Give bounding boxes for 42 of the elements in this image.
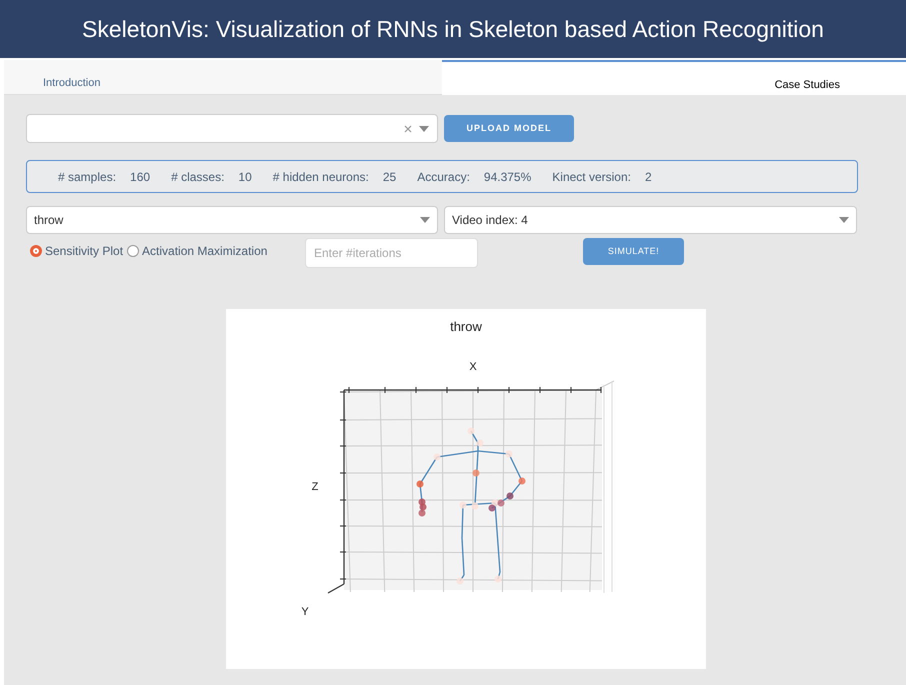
axis-label: Y: [301, 606, 309, 618]
upload-model-button[interactable]: UPLOAD MODEL: [444, 115, 574, 142]
joint-marker: [472, 502, 478, 510]
video-select[interactable]: Video index: 4: [444, 206, 857, 234]
select-value: Video index: 4: [452, 212, 528, 229]
stat-value: 2: [644, 168, 652, 186]
stat-label: # hidden neurons:: [272, 168, 369, 186]
plot-title: throw: [450, 319, 482, 334]
stat-value: 160: [130, 168, 150, 186]
simulate-button[interactable]: SIMULATE!: [583, 238, 684, 265]
axis-label: Z: [312, 481, 318, 493]
caret-icon: [419, 126, 429, 132]
stat-value: 10: [238, 168, 252, 186]
stat-value: 94.375%: [484, 168, 532, 186]
joint-marker: [506, 450, 512, 458]
joint-marker: [456, 578, 464, 584]
class-select[interactable]: throw: [26, 206, 438, 234]
joint-marker: [460, 502, 466, 508]
caret-icon: [420, 217, 430, 223]
stat-label: # classes:: [171, 168, 224, 186]
radio-option[interactable]: Sensitivity Plot: [30, 242, 124, 260]
clear-icon: [404, 124, 412, 132]
joint-marker: [416, 480, 424, 488]
iterations-field[interactable]: Enter #iterations: [305, 238, 478, 268]
stat-label: Kinect version:: [552, 168, 631, 186]
select-value: throw: [34, 212, 64, 229]
model-select[interactable]: [26, 114, 438, 143]
stat-value: 25: [382, 168, 396, 186]
stat-label: Accuracy:: [417, 168, 470, 186]
tab[interactable]: Introduction: [4, 60, 442, 95]
caret-icon: [839, 217, 849, 223]
joint-marker: [472, 470, 480, 476]
stat-label: # samples:: [58, 168, 116, 186]
page-title: SkeletonVis: Visualization of RNNs in Skeleton based Action Recognition: [82, 14, 824, 44]
axis-label: X: [469, 361, 477, 373]
joint-marker: [434, 454, 440, 460]
joint-marker: [468, 428, 474, 434]
joint-marker: [476, 440, 484, 446]
joint-marker: [506, 492, 514, 500]
radio-option[interactable]: Activation Maximization: [127, 242, 268, 260]
joint-marker: [494, 576, 502, 582]
joint-marker: [518, 478, 526, 484]
